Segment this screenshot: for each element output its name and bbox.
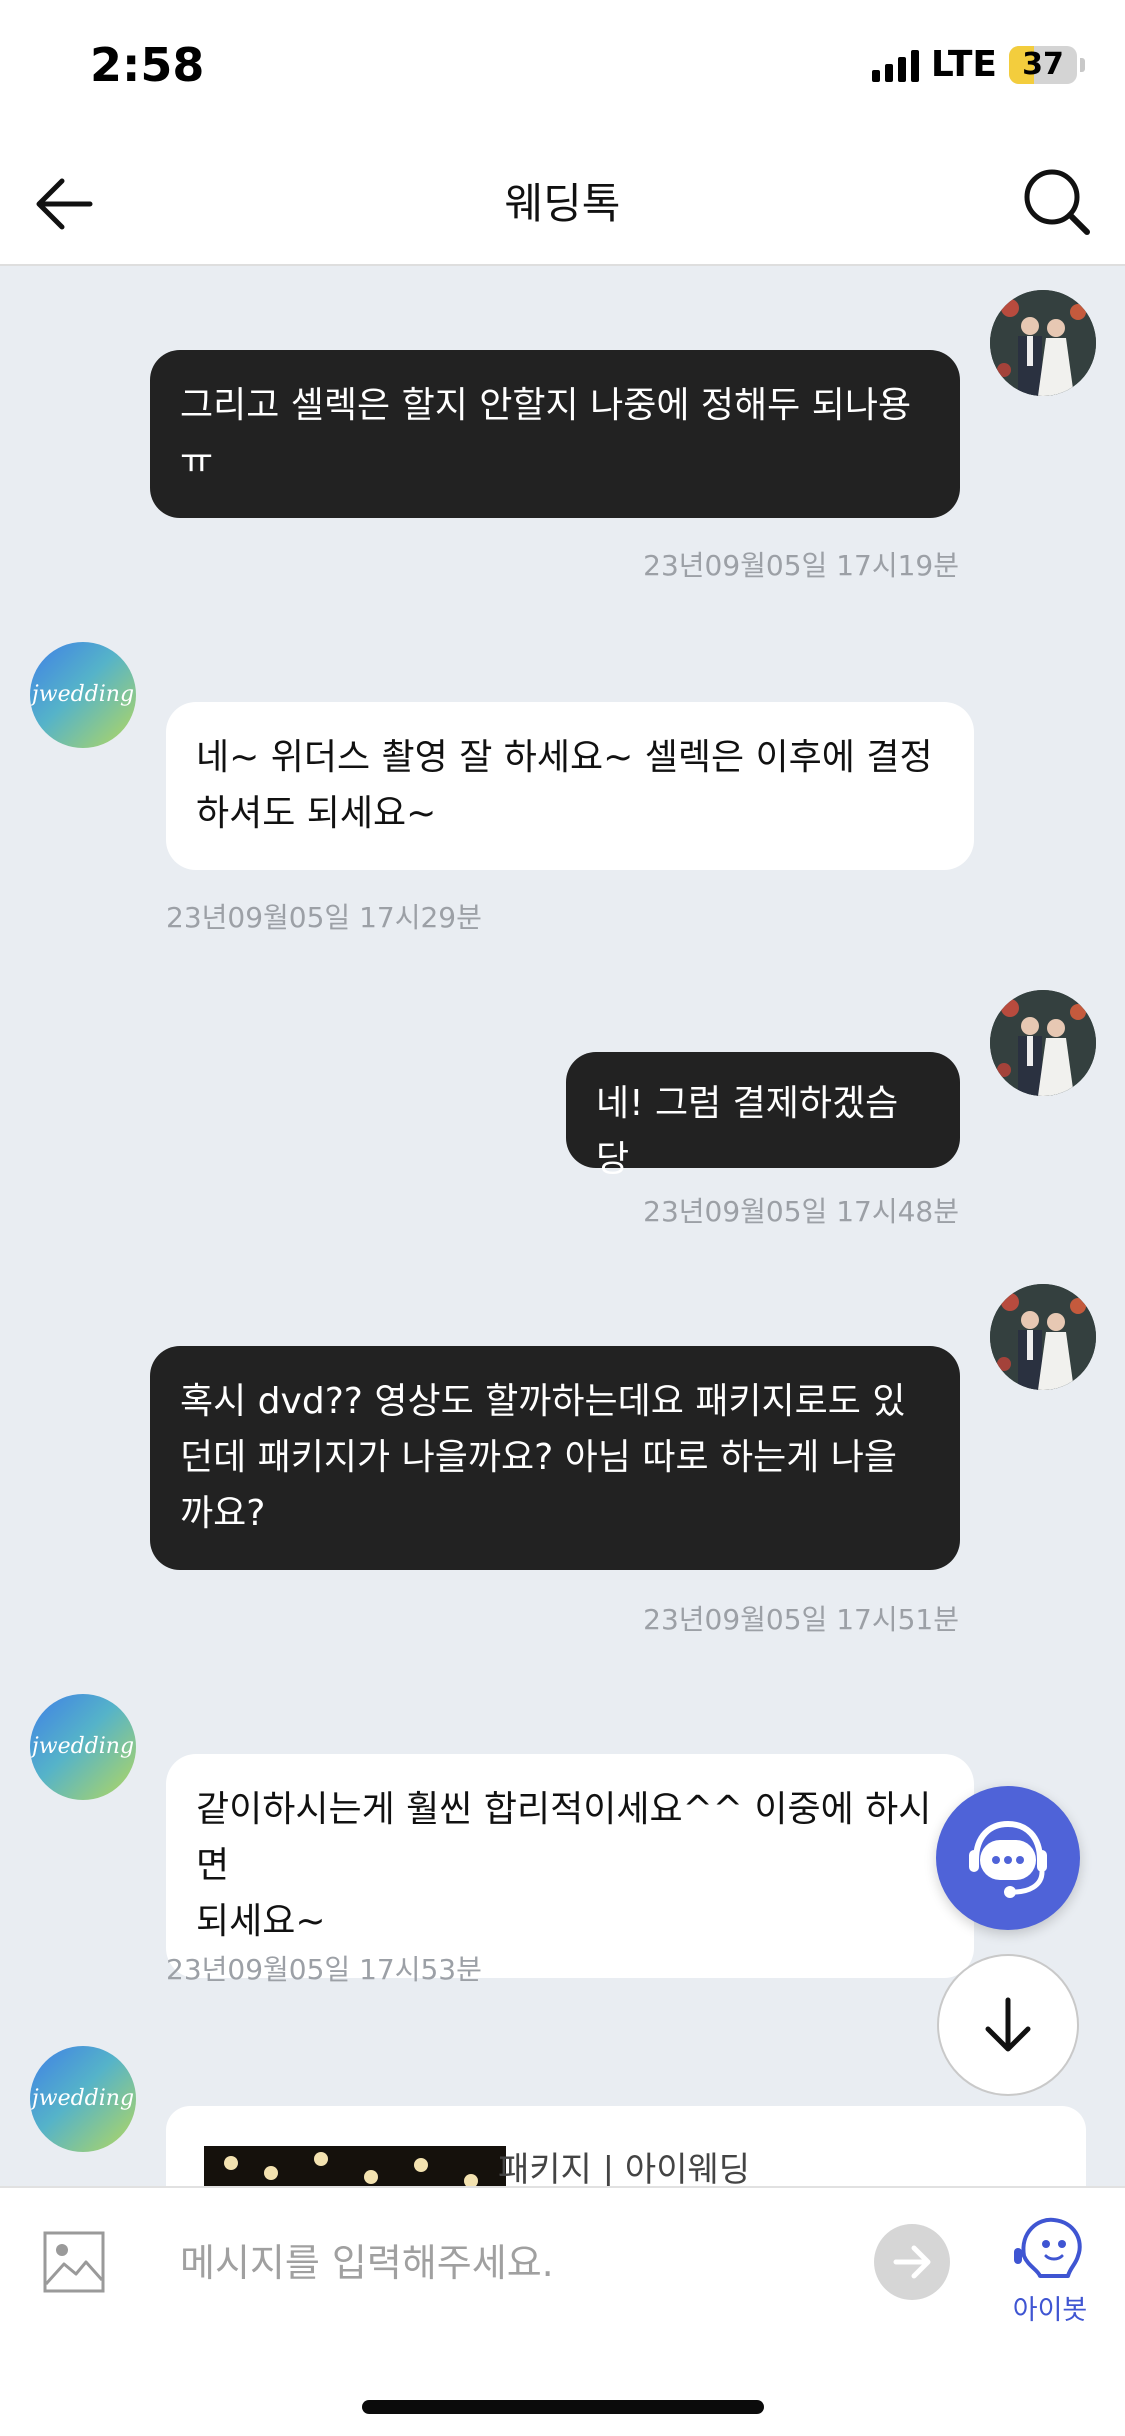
home-indicator[interactable] (362, 2400, 764, 2414)
network-type: LTE (930, 44, 997, 85)
search-button[interactable] (1019, 164, 1095, 240)
user-avatar (990, 990, 1096, 1096)
card-title: 패키지 | 아이웨딩 (498, 2150, 751, 2186)
bot-avatar-logo: jwedding (31, 2086, 135, 2111)
chat-counselor-button[interactable] (936, 1786, 1080, 1930)
couple-photo-icon (990, 990, 1096, 1096)
message-timestamp: 23년09월05일 17시19분 (643, 549, 959, 582)
aibot-button[interactable]: 아이봇 (1000, 2212, 1100, 2332)
couple-photo-icon (990, 290, 1096, 396)
image-icon (43, 2231, 105, 2293)
my-message-bubble[interactable]: 혹시 dvd?? 영상도 할까하는데요 패키지로도 있 던데 패키지가 나을까요… (150, 1346, 960, 1570)
send-arrow-icon (893, 2245, 931, 2279)
battery-tip (1080, 57, 1085, 72)
jwedding-avatar: jwedding (30, 2046, 136, 2152)
status-indicators: LTE 37 (871, 44, 1085, 85)
aibot-label: 아이봇 (1012, 2295, 1088, 2326)
user-avatar (990, 1284, 1096, 1390)
nav-bar: 웨딩톡 (0, 140, 1125, 266)
page-title: 웨딩톡 (504, 179, 621, 228)
card-thumbnail (204, 2146, 506, 2186)
bot-message-bubble[interactable]: 같이하시는게 훨씬 합리적이세요^^ 이중에 하시면 되세요~ (166, 1754, 974, 1978)
message-timestamp: 23년09월05일 17시48분 (643, 1195, 959, 1228)
message-timestamp: 23년09월05일 17시51분 (643, 1603, 959, 1636)
message-timestamp: 23년09월05일 17시29분 (166, 901, 482, 934)
search-icon (1024, 169, 1090, 235)
status-bar: 2:58 LTE 37 (0, 0, 1125, 140)
message-timestamp: 23년09월05일 17시53분 (166, 1953, 482, 1986)
link-preview-card[interactable]: 패키지 | 아이웨딩 (166, 2106, 1086, 2186)
message-composer: 아이봇 (0, 2186, 1125, 2436)
bot-avatar-logo: jwedding (31, 682, 135, 707)
headset-chat-icon (969, 1820, 1047, 1898)
jwedding-avatar: jwedding (30, 642, 136, 748)
robot-head-icon (1014, 2217, 1082, 2278)
my-message-bubble[interactable]: 그리고 셀렉은 할지 안할지 나중에 정해두 되나용 ㅠ (150, 350, 960, 518)
battery-icon: 37 (1009, 45, 1077, 84)
status-time: 2:58 (90, 38, 205, 92)
bot-avatar-logo: jwedding (31, 1734, 135, 1759)
scroll-to-bottom-button[interactable] (937, 1954, 1079, 2096)
attach-image-button[interactable] (42, 2230, 106, 2294)
user-avatar (990, 290, 1096, 396)
message-input[interactable] (180, 2228, 840, 2298)
battery-percent: 37 (1022, 46, 1064, 82)
signal-strength-icon (871, 48, 919, 82)
arrow-down-icon (985, 1997, 1031, 2052)
jwedding-avatar: jwedding (30, 1694, 136, 1800)
bot-message-bubble[interactable]: 네~ 위더스 촬영 잘 하세요~ 셀렉은 이후에 결정 하셔도 되세요~ (166, 702, 974, 870)
my-message-bubble[interactable]: 네! 그럼 결제하겠슴당 (566, 1052, 960, 1180)
send-button[interactable] (874, 2224, 950, 2300)
couple-photo-icon (990, 1284, 1096, 1390)
